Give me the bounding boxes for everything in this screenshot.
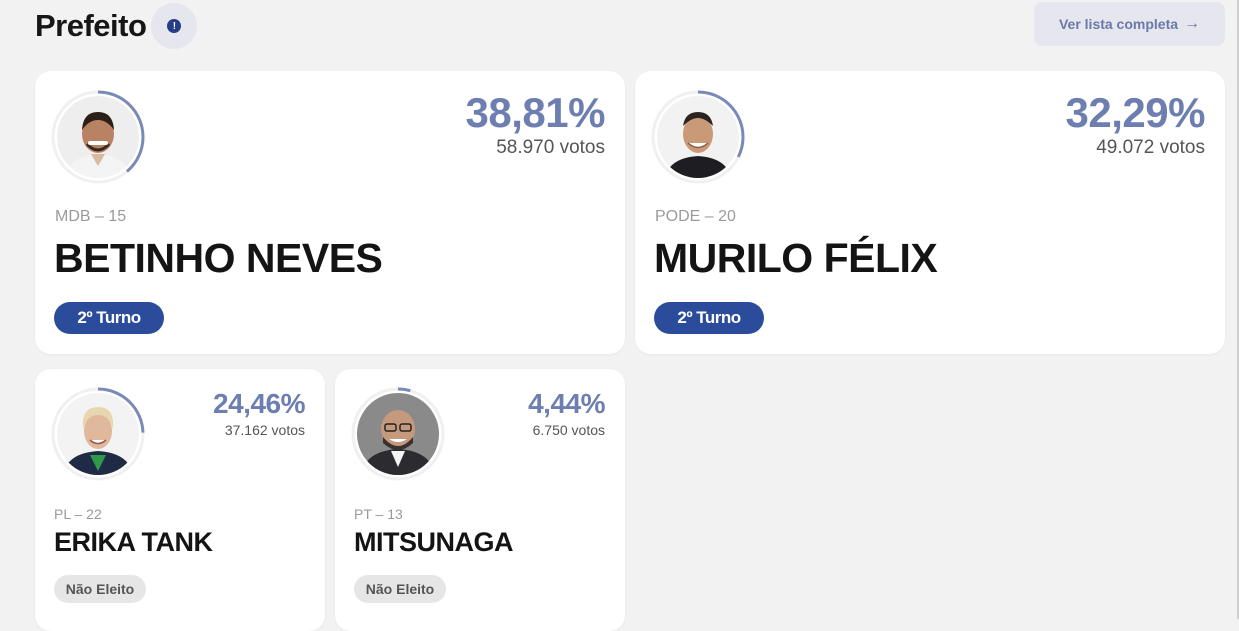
status-badge: 2º Turno: [654, 302, 764, 334]
vote-percentage: 32,29%: [1065, 89, 1206, 136]
candidate-card[interactable]: 4,44% 6.750 votos PT – 13 MITSUNAGA Não …: [335, 369, 625, 631]
candidate-card[interactable]: 38,81% 58.970 votos MDB – 15 BETINHO NEV…: [35, 71, 625, 354]
status-badge: 2º Turno: [54, 302, 164, 334]
vote-count: 37.162 votos: [224, 422, 305, 438]
vote-count: 49.072 votos: [1096, 137, 1205, 158]
candidate-photo: [657, 96, 739, 178]
party-number: PODE – 20: [655, 208, 736, 225]
candidate-photo: [357, 393, 439, 475]
section-header: Prefeito !: [35, 2, 198, 50]
party-number: PL – 22: [54, 506, 102, 522]
view-full-list-label: Ver lista completa: [1058, 16, 1179, 32]
candidate-card[interactable]: 24,46% 37.162 votos PL – 22 ERIKA TANK N…: [35, 369, 325, 631]
info-icon: !: [167, 19, 182, 33]
status-badge: Não Eleito: [54, 575, 146, 603]
candidate-photo: [57, 96, 139, 178]
party-number: MDB – 15: [55, 208, 127, 225]
view-full-list-button[interactable]: Ver lista completa →: [1034, 2, 1225, 46]
candidate-name: MURILO FÉLIX: [654, 235, 938, 281]
status-badge: Não Eleito: [354, 575, 446, 603]
vote-percentage: 24,46%: [213, 388, 305, 419]
vote-count: 6.750 votos: [532, 422, 605, 438]
vote-count: 58.970 votos: [496, 137, 605, 158]
candidate-name: MITSUNAGA: [354, 527, 514, 557]
vote-percentage: 4,44%: [528, 388, 605, 419]
party-number: PT – 13: [354, 506, 403, 522]
vote-percentage: 38,81%: [465, 89, 606, 136]
candidate-card[interactable]: 32,29% 49.072 votos PODE – 20 MURILO FÉL…: [635, 71, 1225, 354]
info-button[interactable]: !: [151, 3, 198, 49]
candidate-name: ERIKA TANK: [54, 527, 213, 557]
page-title: Prefeito: [35, 8, 147, 43]
candidate-photo: [57, 393, 139, 475]
candidate-name: BETINHO NEVES: [54, 235, 383, 281]
arrow-right-icon: →: [1184, 15, 1201, 32]
